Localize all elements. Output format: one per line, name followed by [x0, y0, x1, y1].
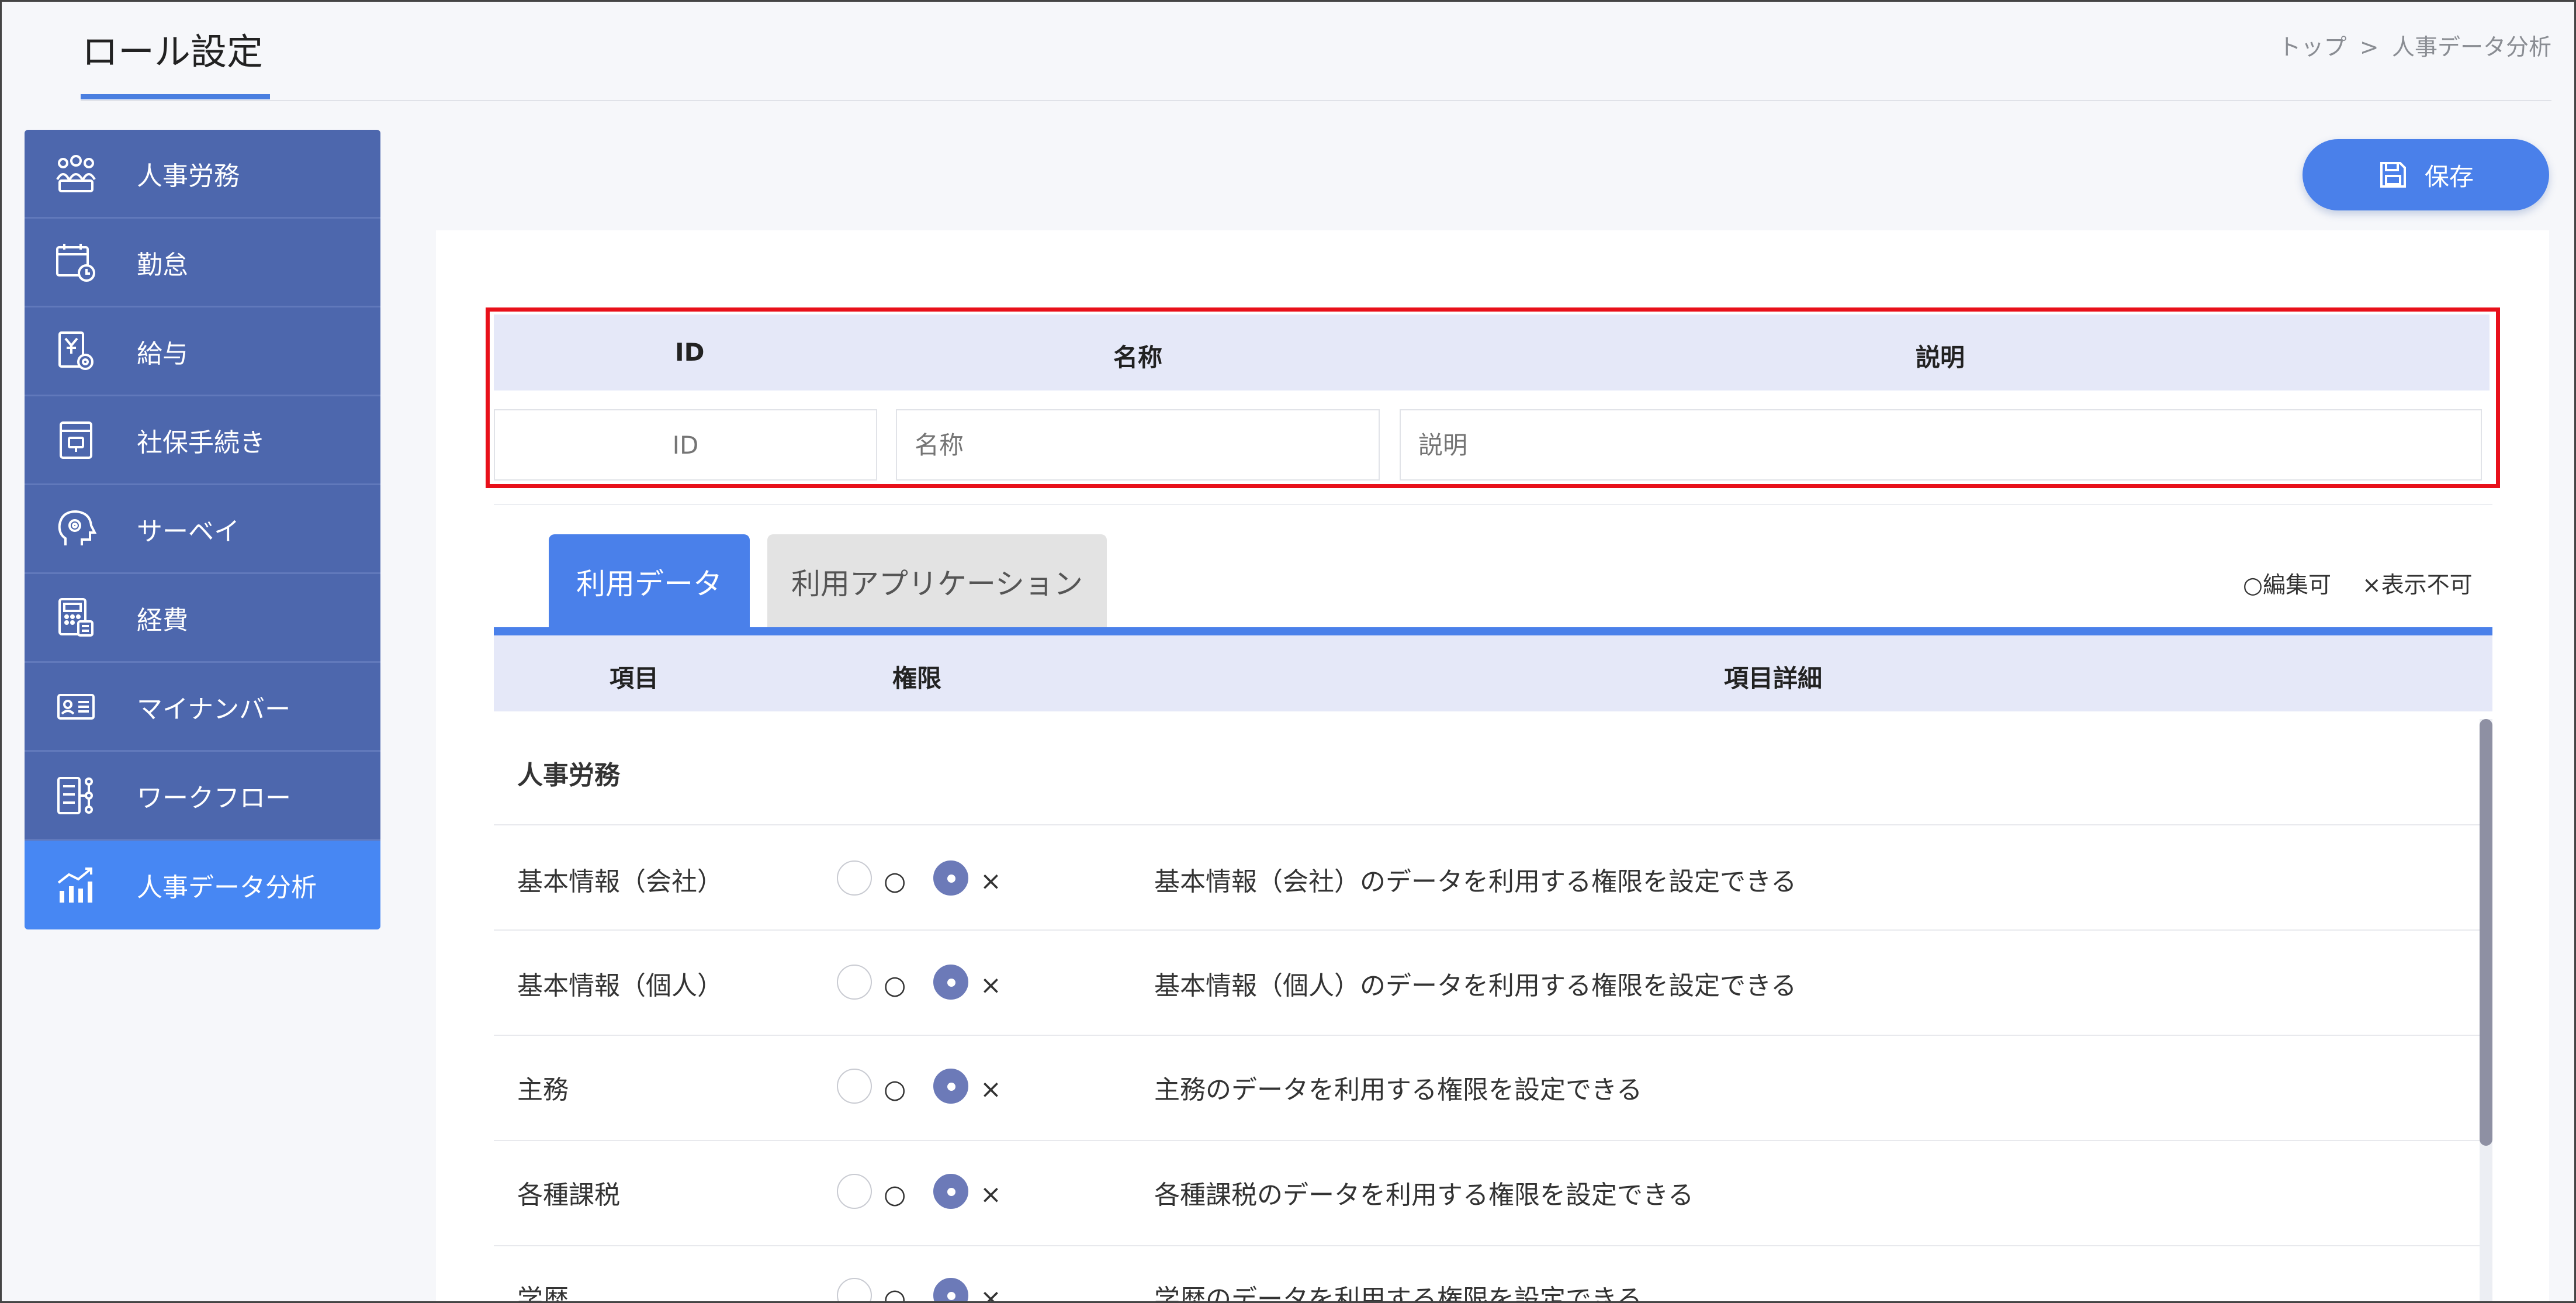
breadcrumb: トップ > 人事データ分析: [2272, 29, 2551, 62]
row-item: 基本情報（会社）: [517, 867, 723, 897]
form-divider: [494, 504, 2492, 505]
people-group-icon: [47, 153, 105, 195]
table-header: [494, 635, 2492, 711]
sidebar-item-label: 社保手続き: [137, 427, 265, 458]
table-body: 人事労務 基本情報（会社） ○ × 基本情報（会社）のデータを利用する権限を設定…: [494, 719, 2481, 1303]
sidebar-item-workflow[interactable]: ワークフロー: [25, 752, 380, 841]
header-divider: [81, 100, 2551, 101]
legend-editable: ○編集可: [2243, 572, 2332, 599]
row-detail: 各種課税のデータを利用する権限を設定できる: [1154, 1180, 1694, 1210]
sidebar: 人事労務 勤怠 給与 社保手続き サーベイ 経費 マイナンバー ワークフロー 人…: [25, 130, 380, 929]
calendar-clock-icon: [47, 241, 105, 284]
permission-yes-label: ○: [884, 1180, 906, 1209]
sidebar-item-label: 給与: [137, 338, 188, 369]
breadcrumb-current: 人事データ分析: [2391, 34, 2551, 61]
column-header-permission: 権限: [892, 664, 942, 693]
table-row: 学歴 ○ × 学歴のデータを利用する権限を設定できる: [494, 1246, 2481, 1303]
section-title: 人事労務: [517, 761, 620, 790]
id-card-icon: [47, 686, 105, 728]
head-gear-icon: [47, 508, 105, 550]
sidebar-item-label: 人事データ分析: [137, 873, 317, 903]
sidebar-item-hr-analytics[interactable]: 人事データ分析: [25, 841, 380, 929]
table-row: 基本情報（会社） ○ × 基本情報（会社）のデータを利用する権限を設定できる: [494, 825, 2481, 931]
sidebar-item-survey[interactable]: サーベイ: [25, 485, 380, 574]
insurance-file-icon: [47, 419, 105, 461]
permission-no-radio[interactable]: [933, 860, 968, 896]
permission-no-radio[interactable]: [933, 1174, 968, 1209]
tab-bar: [494, 627, 2492, 635]
permission-no-label: ×: [980, 970, 1002, 1000]
row-item: 学歴: [517, 1284, 569, 1303]
sidebar-item-attendance[interactable]: 勤怠: [25, 219, 380, 307]
breadcrumb-top-link[interactable]: トップ: [2278, 34, 2346, 61]
permission-no-label: ×: [980, 1284, 1002, 1303]
sidebar-item-my-number[interactable]: マイナンバー: [25, 663, 380, 752]
table-row: 基本情報（個人） ○ × 基本情報（個人）のデータを利用する権限を設定できる: [494, 931, 2481, 1036]
row-detail: 基本情報（会社）のデータを利用する権限を設定できる: [1154, 867, 1797, 897]
permission-no-label: ×: [980, 1180, 1002, 1209]
sidebar-item-salary[interactable]: 給与: [25, 307, 380, 396]
tab-usage-data[interactable]: 利用データ: [549, 534, 750, 629]
tab-usage-applications[interactable]: 利用アプリケーション: [767, 534, 1107, 629]
sidebar-item-expenses[interactable]: 経費: [25, 574, 380, 663]
permission-yes-radio[interactable]: [837, 860, 872, 896]
legend-hidden: ×表示不可: [2362, 572, 2473, 599]
highlight-box: [486, 307, 2500, 488]
row-detail: 主務のデータを利用する権限を設定できる: [1154, 1075, 1643, 1105]
section-row: 人事労務: [494, 719, 2481, 825]
row-item: 基本情報（個人）: [517, 971, 723, 1001]
save-button[interactable]: 保存: [2303, 139, 2549, 210]
page-title: ロール設定: [82, 30, 264, 73]
permission-yes-label: ○: [884, 1284, 906, 1303]
sidebar-item-label: ワークフロー: [137, 783, 291, 813]
sidebar-item-label: 勤怠: [137, 250, 188, 280]
sidebar-item-hr-labor[interactable]: 人事労務: [25, 130, 380, 219]
row-item: 各種課税: [517, 1180, 620, 1210]
breadcrumb-separator: >: [2359, 34, 2379, 61]
permission-no-radio[interactable]: [933, 1069, 968, 1104]
permission-yes-label: ○: [884, 866, 906, 896]
permission-no-label: ×: [980, 866, 1002, 896]
calculator-icon: [47, 597, 105, 639]
permission-yes-label: ○: [884, 970, 906, 1000]
sidebar-item-label: 人事労務: [137, 161, 240, 191]
scrollbar-thumb[interactable]: [2480, 719, 2492, 1146]
permission-no-radio[interactable]: [933, 1278, 968, 1303]
sidebar-item-label: サーベイ: [137, 516, 240, 547]
row-detail: 基本情報（個人）のデータを利用する権限を設定できる: [1154, 971, 1797, 1001]
sidebar-item-label: マイナンバー: [137, 694, 291, 724]
table-row: 各種課税 ○ × 各種課税のデータを利用する権限を設定できる: [494, 1141, 2481, 1246]
permission-no-radio[interactable]: [933, 965, 968, 1000]
table-row: 主務 ○ × 主務のデータを利用する権限を設定できる: [494, 1036, 2481, 1141]
save-button-label: 保存: [2424, 162, 2474, 191]
row-detail: 学歴のデータを利用する権限を設定できる: [1154, 1284, 1643, 1303]
permission-yes-radio[interactable]: [837, 965, 872, 1000]
title-underline: [81, 94, 270, 99]
chart-trend-icon: [47, 864, 105, 906]
permission-yes-radio[interactable]: [837, 1174, 872, 1209]
row-item: 主務: [517, 1075, 569, 1105]
workflow-icon: [47, 775, 105, 817]
permission-yes-label: ○: [884, 1074, 906, 1104]
sidebar-item-label: 経費: [137, 605, 188, 635]
sidebar-item-social-insurance[interactable]: 社保手続き: [25, 396, 380, 485]
permission-yes-radio[interactable]: [837, 1278, 872, 1303]
permission-yes-radio[interactable]: [837, 1069, 872, 1104]
column-header-item: 項目: [610, 664, 659, 693]
column-header-detail: 項目詳細: [1724, 664, 1823, 693]
salary-document-icon: [47, 330, 105, 372]
permission-no-label: ×: [980, 1074, 1002, 1104]
floppy-disk-icon: [2380, 162, 2406, 188]
